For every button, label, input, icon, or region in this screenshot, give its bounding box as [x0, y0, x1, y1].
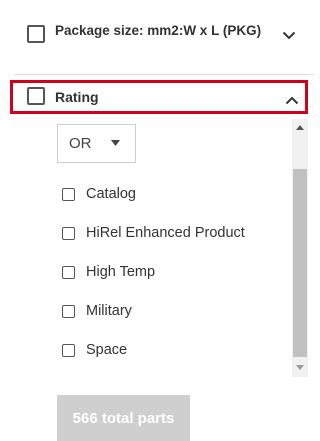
- option-label: High Temp: [86, 264, 156, 280]
- option-checkbox[interactable]: [62, 266, 75, 279]
- option-checkbox[interactable]: [62, 227, 75, 240]
- chevron-down-icon[interactable]: [282, 28, 296, 43]
- scroll-down-arrow-icon[interactable]: [296, 363, 304, 372]
- rating-label: Rating: [55, 89, 99, 105]
- option-label: HiRel Enhanced Product: [86, 225, 245, 241]
- option-label: Military: [86, 303, 132, 319]
- rating-checkbox[interactable]: [27, 87, 45, 105]
- logic-operator-value: OR: [69, 135, 92, 152]
- option-checkbox[interactable]: [62, 305, 75, 318]
- filter-panel: Package size: mm2:W x L (PKG) Rating OR …: [0, 0, 314, 441]
- logic-operator-select[interactable]: OR: [57, 124, 136, 163]
- divider: [14, 74, 314, 75]
- options-scrollbar[interactable]: [292, 119, 308, 377]
- option-checkbox[interactable]: [62, 188, 75, 201]
- scroll-up-arrow-icon[interactable]: [296, 123, 304, 132]
- chevron-up-icon[interactable]: [285, 93, 299, 108]
- package-size-label: Package size: mm2:W x L (PKG): [55, 23, 262, 38]
- option-checkbox[interactable]: [62, 344, 75, 357]
- scrollbar-thumb[interactable]: [293, 169, 307, 357]
- total-parts-button[interactable]: 566 total parts: [57, 395, 190, 441]
- option-label: Space: [86, 342, 128, 358]
- package-size-checkbox[interactable]: [27, 25, 45, 43]
- option-label: Catalog: [86, 186, 136, 202]
- caret-down-icon: [111, 138, 120, 149]
